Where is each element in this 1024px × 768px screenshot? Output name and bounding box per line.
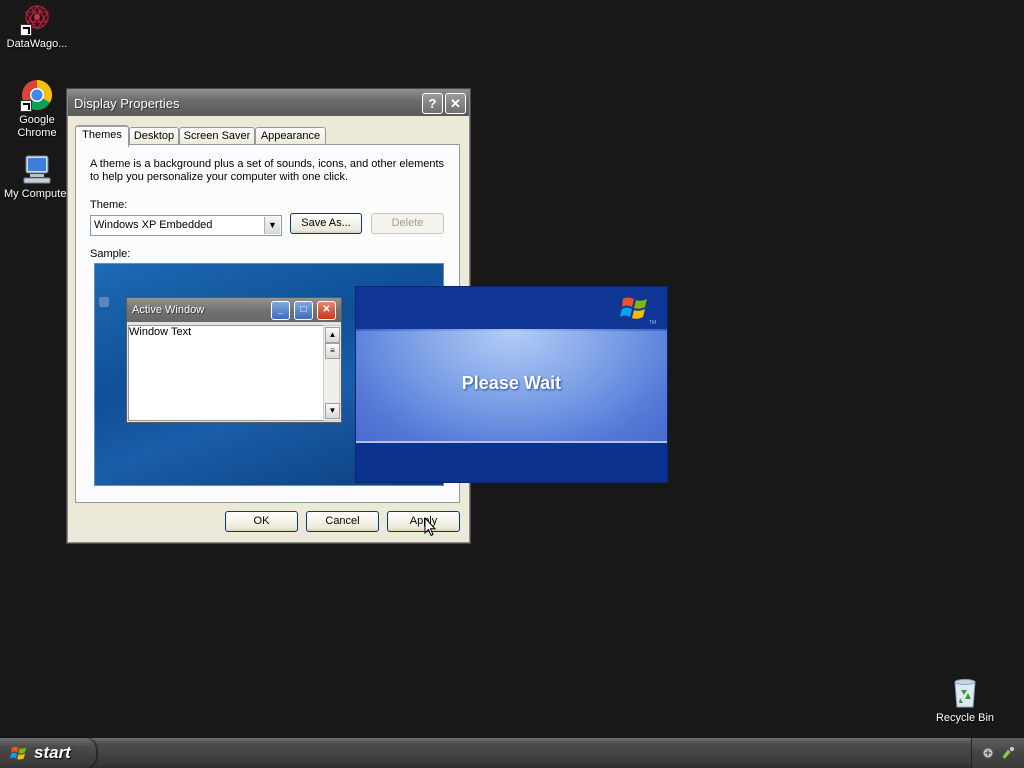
start-label: start	[34, 743, 71, 762]
desktop-icon-label: DataWago...	[6, 38, 68, 50]
sample-window-text: Window Text	[129, 326, 192, 338]
recycle-bin-icon	[948, 676, 982, 710]
theme-select[interactable]: Windows XP Embedded ▼	[90, 215, 282, 236]
close-button[interactable]: ✕	[445, 93, 466, 114]
system-tray	[971, 738, 1024, 768]
save-as-button[interactable]: Save As...	[290, 213, 362, 234]
chevron-down-icon[interactable]: ▼	[264, 217, 280, 234]
network-icon[interactable]	[982, 745, 998, 761]
trademark-text: TM	[649, 320, 657, 326]
desktop-icon-datawagon[interactable]: DataWago...	[0, 2, 74, 51]
desktop-icon-chrome[interactable]: Google Chrome	[0, 78, 74, 140]
shortcut-arrow-icon	[20, 24, 32, 36]
desktop-icon-my-computer[interactable]: My Computer	[0, 152, 74, 201]
datawagon-icon	[20, 2, 54, 36]
close-icon: ✕	[317, 301, 336, 320]
sample-window-title: Active Window	[132, 304, 205, 316]
sample-scrollbar: ▲ ≡ ▼	[323, 325, 340, 421]
desktop-icon-label: Google Chrome	[17, 114, 57, 139]
minimize-icon: _	[271, 301, 290, 320]
shortcut-arrow-icon	[20, 100, 32, 112]
taskbar: start	[0, 738, 1024, 768]
help-icon: ?	[428, 96, 437, 111]
desktop-icon-recycle-bin[interactable]: Recycle Bin	[928, 676, 1002, 725]
safely-remove-hardware-icon[interactable]	[1000, 745, 1016, 761]
delete-button[interactable]: Delete	[371, 213, 444, 234]
tab-screen-saver[interactable]: Screen Saver	[179, 127, 255, 145]
theme-label: Theme:	[90, 199, 128, 211]
tab-themes[interactable]: Themes	[75, 125, 129, 147]
close-icon: ✕	[450, 96, 461, 111]
sample-window-titlebar: Active Window _ □ ✕	[127, 298, 341, 322]
cancel-button[interactable]: Cancel	[306, 511, 379, 532]
theme-select-value: Windows XP Embedded	[94, 219, 213, 231]
my-computer-icon	[20, 152, 54, 186]
desktop: DataWago... Google Chrome My Computer Re…	[0, 0, 1024, 738]
tab-desktop[interactable]: Desktop	[129, 127, 179, 145]
maximize-icon: □	[294, 301, 313, 320]
ok-button[interactable]: OK	[225, 511, 298, 532]
sample-window-body: Window Text	[128, 325, 326, 421]
dialog-title: Display Properties	[74, 96, 180, 111]
mouse-cursor-icon	[424, 517, 436, 537]
sample-active-window: Active Window _ □ ✕ Window Text ▲ ≡ ▼	[126, 297, 342, 423]
help-button[interactable]: ?	[422, 93, 443, 114]
please-wait-splash: TM Please Wait	[355, 286, 668, 483]
windows-flag-icon	[10, 746, 27, 760]
desktop-icon-label: Recycle Bin	[935, 712, 995, 724]
please-wait-message: Please Wait	[461, 373, 562, 393]
chrome-icon	[20, 78, 54, 112]
start-button[interactable]: start	[0, 738, 96, 768]
theme-description: A theme is a background plus a set of so…	[90, 158, 445, 183]
scroll-up-icon: ▲	[325, 327, 340, 343]
scroll-down-icon: ▼	[325, 403, 340, 419]
scroll-thumb: ≡	[325, 343, 340, 359]
sample-desktop-icon	[99, 297, 109, 307]
sample-label: Sample:	[90, 248, 131, 260]
tab-appearance[interactable]: Appearance	[255, 127, 326, 145]
dialog-titlebar[interactable]: Display Properties ? ✕	[68, 90, 469, 116]
splash-bottom-band	[356, 443, 667, 482]
desktop-icon-label: My Computer	[3, 188, 71, 200]
windows-flag-icon	[620, 297, 647, 319]
